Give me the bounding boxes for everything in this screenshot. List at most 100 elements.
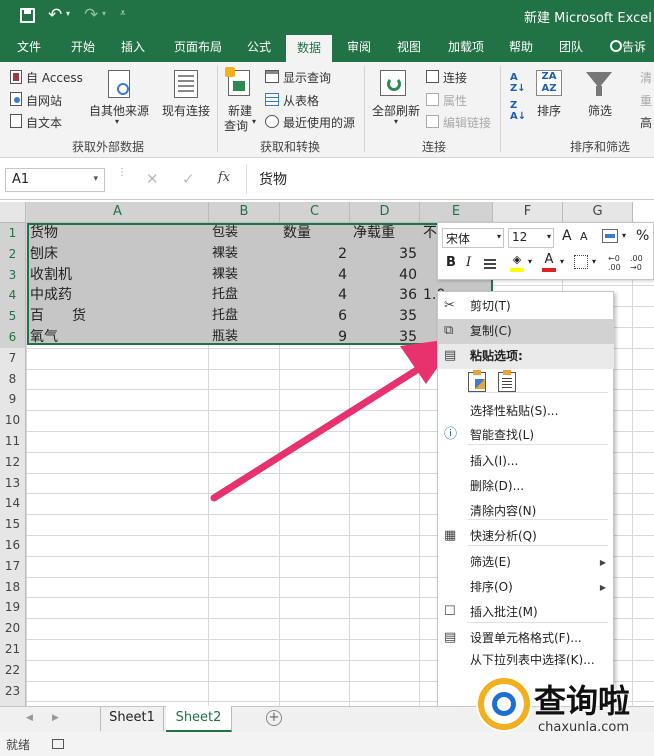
insert-function-icon[interactable]: fx: [218, 170, 230, 185]
recent-sources-button[interactable]: 最近使用的源: [283, 114, 355, 131]
menu-item-delete[interactable]: 删除(D)...: [438, 474, 614, 499]
macro-record-icon[interactable]: [52, 739, 64, 749]
row-header-18[interactable]: 18: [0, 576, 26, 598]
tab-help[interactable]: 帮助: [500, 32, 542, 62]
menu-item-sort[interactable]: 排序(O) ▶: [438, 575, 614, 600]
cell-b2[interactable]: 裸装: [212, 244, 277, 265]
row-header-10[interactable]: 10: [0, 410, 26, 431]
row-header-12[interactable]: 12: [0, 451, 26, 473]
cell-b6[interactable]: 瓶装: [212, 327, 277, 348]
column-header-a[interactable]: A: [27, 202, 209, 223]
column-header-g[interactable]: G: [563, 202, 633, 223]
cell-b4[interactable]: 托盘: [212, 285, 277, 306]
fill-color-dropdown-icon[interactable]: ▾: [528, 257, 532, 266]
bold-icon[interactable]: B: [446, 255, 456, 270]
scroll-right-icon[interactable]: ▶: [52, 713, 59, 723]
row-header-15[interactable]: 15: [0, 514, 26, 535]
from-text-button[interactable]: 自文本: [26, 114, 62, 131]
menu-item-insert[interactable]: 插入(I)...: [438, 449, 614, 474]
row-header-9[interactable]: 9: [0, 389, 26, 411]
row-header-13[interactable]: 13: [0, 472, 26, 494]
cell-a6[interactable]: 氧气: [30, 327, 206, 348]
column-header-c[interactable]: C: [280, 202, 350, 223]
tab-view[interactable]: 视图: [386, 32, 432, 62]
from-access-button[interactable]: 自 Access: [26, 69, 83, 86]
name-box[interactable]: A1 ▾: [5, 168, 105, 192]
column-header-b[interactable]: B: [209, 202, 280, 223]
cell-b1[interactable]: 包装: [212, 223, 277, 244]
tab-review[interactable]: 审阅: [336, 32, 382, 62]
cell-a1[interactable]: 货物: [30, 223, 206, 244]
cell-c2[interactable]: 2: [283, 244, 347, 265]
row-header-21[interactable]: 21: [0, 639, 26, 660]
cell-d1[interactable]: 净载重: [353, 223, 417, 244]
column-header-f[interactable]: F: [493, 202, 563, 223]
sort-button[interactable]: 排序: [537, 102, 561, 119]
menu-item-clear-contents[interactable]: 清除内容(N): [438, 499, 614, 524]
row-header-6[interactable]: 6: [0, 327, 26, 348]
row-header-2[interactable]: 2: [0, 243, 26, 265]
cell-a3[interactable]: 收割机: [30, 265, 206, 286]
customize-qat-icon[interactable]: ⩡: [120, 8, 126, 19]
tab-page-layout[interactable]: 页面布局: [165, 32, 231, 62]
scroll-left-icon[interactable]: ◀: [26, 713, 33, 723]
redo-icon[interactable]: ↷: [84, 5, 98, 25]
other-sources-dropdown-icon[interactable]: ▾: [115, 117, 119, 126]
sheet-tab-sheet2[interactable]: Sheet2: [166, 706, 232, 732]
refresh-dropdown-icon[interactable]: ▾: [394, 117, 398, 126]
row-header-4[interactable]: 4: [0, 285, 26, 307]
menu-item-filter[interactable]: 筛选(E) ▶: [438, 550, 614, 575]
row-header-3[interactable]: 3: [0, 264, 26, 286]
tab-file[interactable]: 文件: [6, 32, 52, 62]
font-color-dropdown-icon[interactable]: ▾: [560, 257, 564, 266]
row-header-5[interactable]: 5: [0, 306, 26, 327]
percent-style-icon[interactable]: %: [636, 228, 649, 244]
tell-me-search[interactable]: 告诉: [622, 32, 654, 62]
borders-icon[interactable]: [574, 255, 588, 269]
advanced-filter-button[interactable]: 高: [640, 114, 652, 131]
add-sheet-icon[interactable]: +: [266, 710, 282, 726]
row-header-1[interactable]: 1: [0, 223, 26, 244]
menu-item-copy[interactable]: 复制(C) ⧉: [438, 319, 614, 344]
tab-addins[interactable]: 加载项: [440, 32, 492, 62]
cell-d5[interactable]: 35: [353, 306, 417, 327]
tell-me-icon[interactable]: [610, 40, 622, 52]
new-query-dropdown-icon[interactable]: ▾: [252, 117, 256, 126]
tab-home[interactable]: 开始: [60, 32, 106, 62]
row-header-19[interactable]: 19: [0, 597, 26, 619]
sort-az-icon[interactable]: A Z↓: [510, 72, 526, 94]
grow-font-icon[interactable]: A: [562, 228, 572, 244]
cell-c3[interactable]: 4: [283, 265, 347, 286]
row-header-14[interactable]: 14: [0, 493, 26, 515]
from-table-button[interactable]: 从表格: [283, 92, 319, 109]
from-web-button[interactable]: 自网站: [26, 92, 62, 109]
enter-icon[interactable]: ✓: [182, 170, 195, 188]
accounting-format-icon[interactable]: [602, 229, 618, 243]
row-header-16[interactable]: 16: [0, 535, 26, 556]
cell-d6[interactable]: 35: [353, 327, 417, 348]
cell-d4[interactable]: 36: [353, 285, 417, 306]
shrink-font-icon[interactable]: A: [580, 230, 588, 243]
increase-decimal-icon[interactable]: ←0.00: [608, 254, 621, 272]
cancel-icon[interactable]: ✕: [146, 170, 159, 188]
sort-za-icon[interactable]: Z A↓: [510, 100, 526, 122]
row-header-20[interactable]: 20: [0, 618, 26, 639]
cell-c6[interactable]: 9: [283, 327, 347, 348]
menu-item-cut[interactable]: 剪切(T) ✂: [438, 294, 614, 319]
new-query-label-2[interactable]: 查询: [224, 117, 248, 134]
menu-item-pick-from-list[interactable]: 从下拉列表中选择(K)...: [438, 651, 614, 665]
cell-d3[interactable]: 40: [353, 265, 417, 286]
row-header-11[interactable]: 11: [0, 431, 26, 452]
column-header-e[interactable]: E: [420, 202, 493, 223]
filter-button[interactable]: 筛选: [588, 102, 612, 119]
row-header-7[interactable]: 7: [0, 347, 26, 369]
cell-c5[interactable]: 6: [283, 306, 347, 327]
fill-color-icon[interactable]: ◈: [510, 254, 524, 272]
cell-d2[interactable]: 35: [353, 244, 417, 265]
tab-insert[interactable]: 插入: [110, 32, 156, 62]
show-queries-button[interactable]: 显示查询: [283, 69, 331, 86]
menu-item-format-cells[interactable]: 设置单元格格式(F)... ▤: [438, 626, 614, 651]
sheet-tab-sheet1[interactable]: Sheet1: [100, 707, 164, 731]
select-all-corner[interactable]: [0, 202, 26, 223]
paste-option-keep-formatting-icon[interactable]: [468, 370, 486, 392]
